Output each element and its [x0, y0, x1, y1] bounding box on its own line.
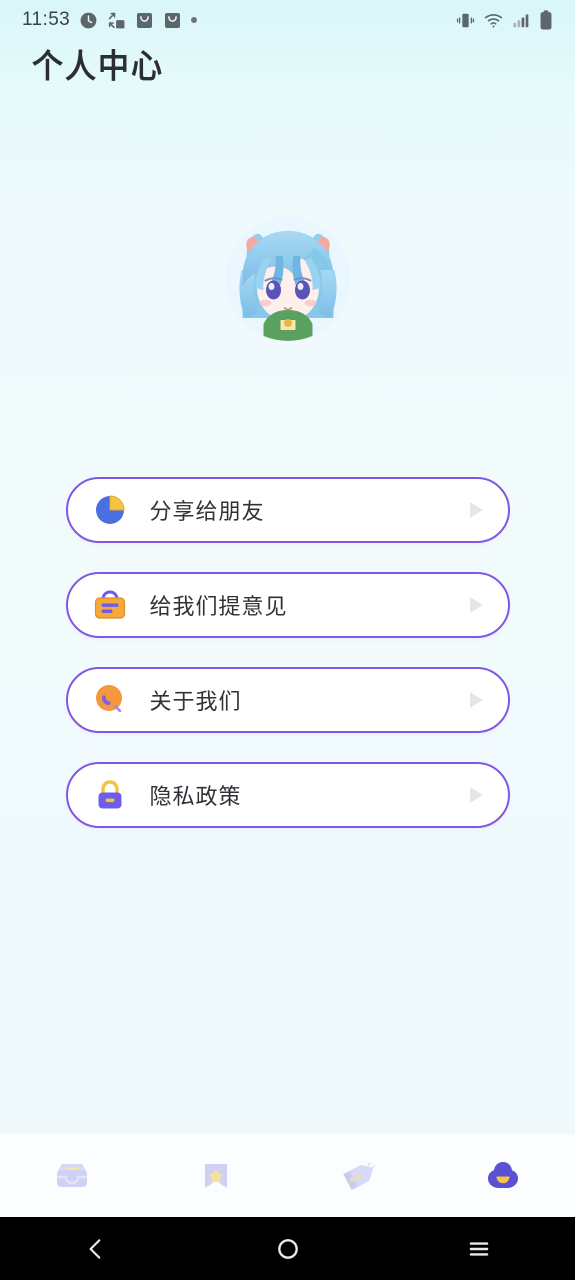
- privacy-lock-icon: [98, 780, 121, 809]
- android-nav-bar: [0, 1217, 575, 1280]
- user-avatar[interactable]: [225, 216, 350, 341]
- menu-item-label: 分享给朋友: [149, 500, 265, 525]
- menu-item-about[interactable]: 关于我们: [65, 667, 510, 733]
- inbox-box-icon: [56, 1163, 87, 1187]
- battery-icon: [540, 10, 552, 30]
- menu-item-share[interactable]: 分享给朋友: [65, 477, 510, 543]
- feedback-board-icon: [94, 590, 125, 619]
- nav-recents-button[interactable]: [383, 1217, 575, 1280]
- download-icon: [165, 12, 181, 28]
- nav-home-button[interactable]: [192, 1217, 384, 1280]
- status-bar-left: 11:53: [22, 9, 198, 31]
- page-title: 个人中心: [32, 48, 164, 87]
- download-icon: [137, 12, 153, 28]
- menu-item-label: 隐私政策: [149, 785, 242, 810]
- menu-item-label: 关于我们: [149, 690, 242, 715]
- play-arrow-icon: [469, 787, 483, 803]
- app-screen: 11:53 个人中心 分享给朋友 给我们提意见 关于我们 隐私政策: [0, 0, 575, 1280]
- settings-menu-list: 分享给朋友 给我们提意见 关于我们 隐私政策: [0, 477, 575, 857]
- play-arrow-icon: [469, 597, 483, 613]
- status-clock: 11:53: [22, 9, 71, 30]
- tab-favorites[interactable]: [144, 1134, 288, 1217]
- tab-inbox[interactable]: [0, 1134, 144, 1217]
- status-bar: 11:53: [0, 0, 575, 40]
- home-circle-icon: [277, 1238, 298, 1259]
- dot-icon: [191, 17, 198, 23]
- menu-item-privacy[interactable]: 隐私政策: [65, 762, 510, 828]
- tab-tags[interactable]: [288, 1134, 432, 1217]
- bookmark-star-icon: [204, 1163, 227, 1188]
- status-bar-right: [456, 10, 553, 30]
- play-arrow-icon: [469, 502, 483, 518]
- recents-menu-icon: [469, 1241, 489, 1256]
- play-arrow-icon: [469, 692, 483, 708]
- menu-item-label: 给我们提意见: [149, 595, 288, 620]
- vibrate-icon: [456, 13, 475, 27]
- wifi-icon: [484, 13, 503, 28]
- menu-item-feedback[interactable]: 给我们提意见: [65, 572, 510, 638]
- price-tags-icon: [343, 1161, 376, 1190]
- nav-back-button[interactable]: [0, 1217, 192, 1280]
- about-magnifier-icon: [95, 685, 122, 713]
- bottom-tab-bar: [0, 1134, 575, 1217]
- anime-character-avatar-image: [225, 216, 350, 341]
- profile-cloud-icon: [488, 1161, 519, 1188]
- clock-icon: [80, 12, 97, 28]
- signal-icon: [513, 14, 529, 27]
- shuffle-icon: [108, 12, 125, 28]
- tab-profile[interactable]: [431, 1134, 575, 1217]
- share-pie-icon: [95, 495, 125, 524]
- back-chevron-icon: [89, 1238, 101, 1259]
